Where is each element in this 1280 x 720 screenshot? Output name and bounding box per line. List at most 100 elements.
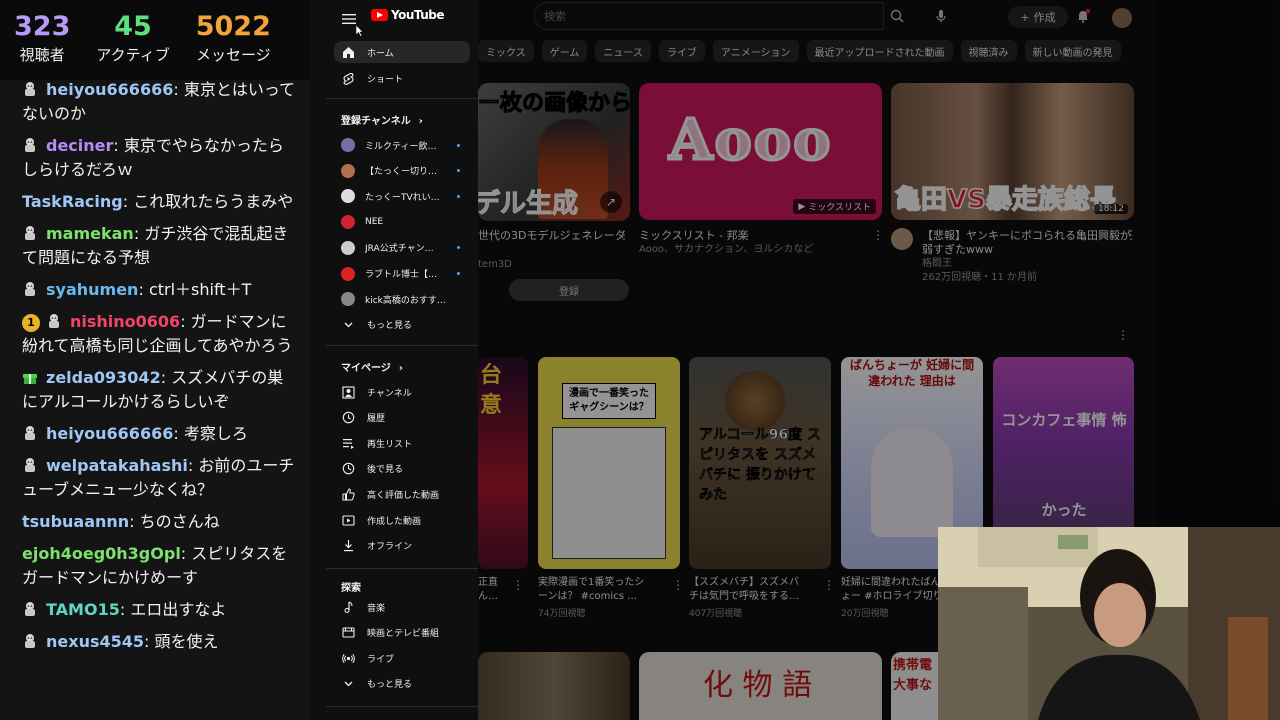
short-title-1-line2[interactable]: ん…	[478, 590, 498, 604]
channel-avatar[interactable]	[891, 228, 913, 250]
shorts-menu-icon[interactable]: ⋮	[1117, 328, 1129, 342]
short-menu-icon[interactable]: ⋮	[823, 578, 835, 592]
short-thumbnail-3[interactable]: アルコール96度 スピリタスを スズメバチに 振りかけてみた	[689, 357, 831, 569]
search-icon[interactable]	[890, 8, 906, 24]
microphone-icon[interactable]	[934, 8, 950, 24]
video-menu-icon[interactable]: ⋮	[872, 228, 884, 242]
chat-user-icon	[22, 601, 38, 617]
sidebar-item-channel[interactable]: 【たっくー切り…	[334, 160, 470, 182]
chat-text: エロ出すなよ	[130, 600, 227, 619]
video-title-kameda[interactable]: 【悲報】ヤンキーにボコられる亀田興毅が	[922, 228, 1131, 243]
chat-username[interactable]: syahumen	[46, 280, 138, 299]
stat-viewers: 323 視聴者	[14, 12, 70, 66]
chevron-down-icon	[341, 317, 355, 331]
sidebar-item-channel[interactable]: NEE	[334, 211, 470, 233]
chat-username[interactable]: TaskRacing	[22, 192, 123, 211]
video-menu-icon[interactable]: ⋮	[1125, 228, 1137, 242]
sidebar-item-explore[interactable]: 音楽	[334, 596, 470, 618]
search-placeholder: 検索	[544, 10, 566, 23]
short-thumbnail-2[interactable]: 漫画で一番笑った ギャグシーンは？	[538, 357, 680, 569]
filter-chip[interactable]: 最近アップロードされた動画	[806, 40, 953, 62]
chat-username[interactable]: nexus4545	[46, 632, 144, 651]
short-title-4-line2[interactable]: ょー #ホロライブ切り	[841, 590, 943, 604]
user-box-icon	[341, 385, 355, 399]
filter-chip[interactable]: 視聴済み	[960, 40, 1017, 62]
filter-chip[interactable]: ゲーム	[541, 40, 588, 62]
search-input[interactable]	[534, 2, 884, 30]
sidebar-item-label: 映画とテレビ番組	[367, 629, 440, 640]
chat-username[interactable]: heiyou666666	[46, 80, 173, 99]
sidebar-item-mypage[interactable]: オフライン	[334, 535, 470, 557]
short-title-1[interactable]: 正直	[478, 576, 498, 590]
sidebar-item-explore[interactable]: もっと見る	[334, 673, 470, 695]
filter-chip[interactable]: ライブ	[658, 40, 705, 62]
chat-username[interactable]: deciner	[46, 136, 113, 155]
video-thumbnail-kameda[interactable]: 亀田VS暴走族総長 18:12	[891, 83, 1134, 220]
explore-header[interactable]: 探索	[341, 579, 361, 594]
chat-username[interactable]: tsubuaannn	[22, 512, 129, 531]
chat-message: welpatakahashi: お前のユーチューブメニュー少なくね？	[0, 450, 310, 506]
short-thumbnail-1[interactable]: 台 意	[478, 357, 528, 569]
video-channel-kameda[interactable]: 格闘王	[922, 257, 952, 271]
youtube-logo[interactable]: YouTube	[371, 8, 445, 22]
chevron-right-icon: ›	[398, 363, 403, 374]
music-note-icon	[341, 600, 355, 614]
download-icon	[341, 539, 355, 553]
chat-username[interactable]: TAMO15	[46, 600, 120, 619]
subscribe-button[interactable]: 登録	[509, 279, 629, 301]
sidebar-item-mypage[interactable]: 再生リスト	[334, 432, 470, 454]
video-title-3d[interactable]: 世代の3Dモデルジェネレータ	[478, 228, 625, 243]
sidebar-item-explore[interactable]: 映画とテレビ番組	[334, 622, 470, 644]
chat-colon: :	[138, 280, 149, 299]
sidebar-item-home[interactable]: ホーム	[334, 41, 470, 63]
create-button[interactable]: + 作成	[1008, 6, 1068, 28]
short-title-3-line2[interactable]: チは気門で呼吸をする…	[689, 590, 799, 604]
bell-icon[interactable]	[1076, 8, 1092, 24]
video-menu-icon[interactable]: ⋮	[618, 228, 630, 242]
mypage-header[interactable]: マイページ ›	[341, 359, 403, 374]
filter-chip[interactable]: 新しい動画の発見	[1024, 40, 1121, 62]
short-menu-icon[interactable]: ⋮	[512, 578, 524, 592]
sidebar-item-channel[interactable]: ミルクティー飲…	[334, 134, 470, 156]
chat-username[interactable]: ejoh4oeg0h3gOpl	[22, 544, 181, 563]
sidebar-item-mypage[interactable]: チャンネル	[334, 381, 470, 403]
sidebar-item-mypage[interactable]: 後で見る	[334, 458, 470, 480]
video-title-kameda-line2[interactable]: 弱すぎたwww	[922, 242, 993, 257]
video-title-mix[interactable]: ミックスリスト - 邦楽	[639, 228, 749, 243]
sidebar-item-label: もっと見る	[367, 320, 413, 331]
sidebar-item-show-more[interactable]: もっと見る	[334, 313, 470, 335]
video-thumbnail-bottom-1[interactable]	[478, 652, 630, 720]
sidebar-item-mypage[interactable]: 履歴	[334, 407, 470, 429]
subscriptions-header[interactable]: 登録チャンネル ›	[341, 112, 423, 127]
sidebar-item-mypage[interactable]: 作成した動画	[334, 509, 470, 531]
short-title-2[interactable]: 実際漫画で1番笑ったシ	[538, 576, 644, 590]
chat-user-icon	[22, 633, 38, 649]
sidebar-item-shorts[interactable]: ショート	[334, 67, 470, 89]
chat-username[interactable]: nishino0606	[70, 312, 180, 331]
youtube-logo-text: YouTube	[391, 8, 445, 22]
sidebar-item-mypage[interactable]: 高く評価した動画	[334, 483, 470, 505]
sidebar-item-channel[interactable]: ラブトル博士【…	[334, 263, 470, 285]
sidebar-item-channel[interactable]: kick高橋のおすす…	[334, 288, 470, 310]
short-title-3[interactable]: 【スズメバチ】スズメバ	[689, 576, 799, 590]
filter-chip[interactable]: アニメーション	[712, 40, 799, 62]
account-avatar[interactable]	[1112, 8, 1132, 28]
filter-chip[interactable]: ニュース	[595, 40, 651, 62]
chat-username[interactable]: zelda093042	[46, 368, 161, 387]
sidebar-item-channel[interactable]: たっくーTVれい…	[334, 185, 470, 207]
chat-username[interactable]: mamekan	[46, 224, 134, 243]
video-thumbnail-bottom-2[interactable]: 化 物 語	[639, 652, 882, 720]
sidebar-item-explore[interactable]: ライブ	[334, 647, 470, 669]
short-title-4[interactable]: 妊婦に間違われたばん	[841, 576, 941, 590]
chat-username[interactable]: welpatakahashi	[46, 456, 188, 475]
short-menu-icon[interactable]: ⋮	[672, 578, 684, 592]
video-thumbnail-3d[interactable]: ー枚の画像から デル生成 ↗	[478, 83, 630, 221]
chevron-down-icon	[341, 677, 355, 691]
video-thumbnail-mix[interactable]: Aooo ▶ ミックスリスト	[639, 83, 882, 220]
hamburger-menu-icon[interactable]	[342, 10, 356, 24]
sidebar-item-channel[interactable]: JRA公式チャン…	[334, 237, 470, 259]
short-title-2-line2[interactable]: ーンは？ #comics …	[538, 590, 637, 604]
share-icon[interactable]: ↗	[600, 191, 622, 213]
filter-chip[interactable]: ミックス	[478, 40, 534, 62]
chat-username[interactable]: heiyou666666	[46, 424, 173, 443]
